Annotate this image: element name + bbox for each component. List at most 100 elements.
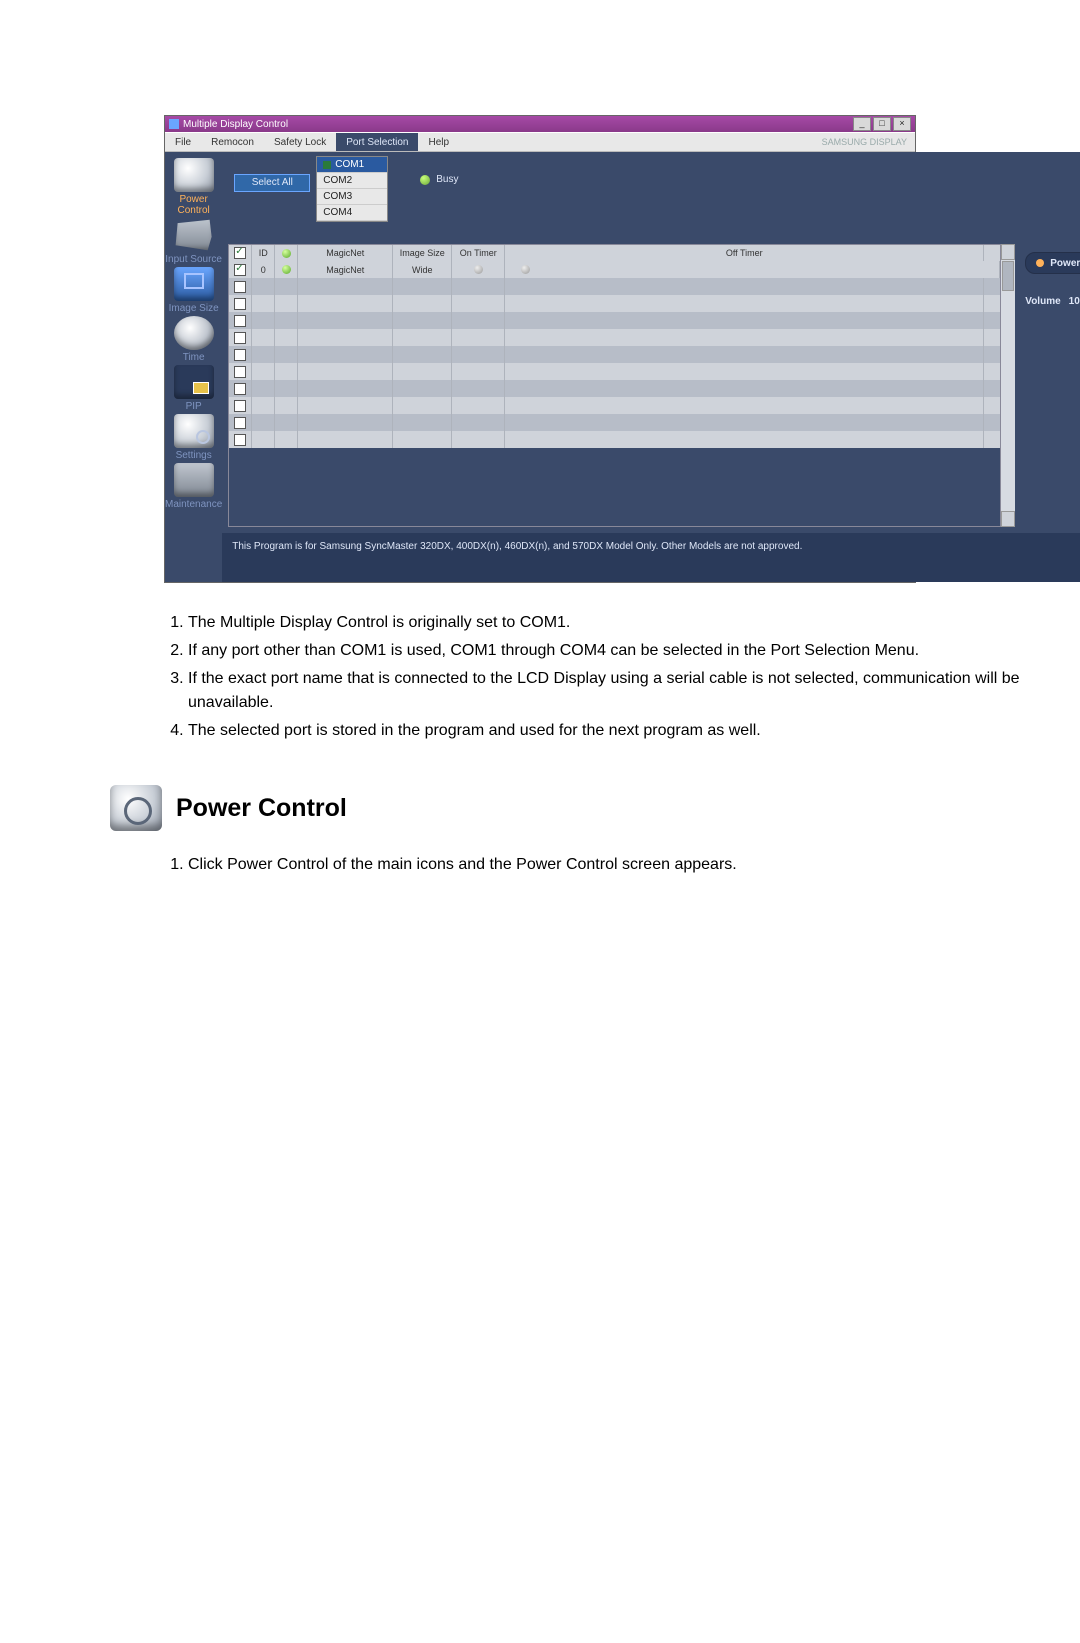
busy-indicator: Busy — [420, 174, 458, 185]
sidebar-item-time[interactable]: Time — [165, 316, 222, 363]
sidebar-item-image-size[interactable]: Image Size — [165, 267, 222, 314]
header-on-timer: On Timer — [452, 245, 505, 261]
footer-text: This Program is for Samsung SyncMaster 3… — [232, 541, 802, 552]
window-title: Multiple Display Control — [183, 119, 288, 130]
sidebar-label: Input Source — [165, 254, 222, 265]
status-dot-icon — [282, 265, 291, 274]
busy-dot-icon — [420, 175, 430, 185]
list-item: Click Power Control of the main icons an… — [188, 853, 1020, 877]
workspace: Power Control Input Source Image Size Ti… — [165, 152, 915, 582]
select-all-button[interactable]: Select All — [234, 174, 310, 192]
main-area: Select All COM1 COM2 COM3 COM4 Busy — [222, 152, 1080, 582]
menu-safety-lock[interactable]: Safety Lock — [264, 133, 336, 151]
image-size-icon — [174, 267, 214, 301]
table-row[interactable] — [229, 380, 1000, 397]
footer-bar: This Program is for Samsung SyncMaster 3… — [222, 533, 1080, 582]
table-row[interactable] — [229, 329, 1000, 346]
row-checkbox[interactable] — [234, 417, 246, 429]
table-area: ID MagicNet Image Size On Timer Off Time… — [228, 244, 1080, 527]
top-row: Select All COM1 COM2 COM3 COM4 Busy — [222, 152, 1080, 244]
timer-dot-icon — [521, 265, 530, 274]
sidebar-label: Power Control — [165, 194, 222, 216]
close-button[interactable]: × — [893, 117, 911, 131]
scroll-thumb[interactable] — [1002, 261, 1014, 291]
row-magicnet: MagicNet — [298, 261, 393, 278]
row-checkbox[interactable] — [234, 264, 246, 276]
header-magicnet: MagicNet — [298, 245, 393, 261]
brand-label: SAMSUNG DISPLAY — [822, 137, 915, 147]
sidebar-item-maintenance[interactable]: Maintenance — [165, 463, 222, 510]
grid-header: ID MagicNet Image Size On Timer Off Time… — [229, 245, 1000, 261]
row-checkbox[interactable] — [234, 400, 246, 412]
menu-remocon[interactable]: Remocon — [201, 133, 264, 151]
header-checkbox[interactable] — [229, 245, 252, 261]
volume-label: Volume — [1025, 296, 1060, 307]
menu-file[interactable]: File — [165, 133, 201, 151]
window-titlebar: Multiple Display Control _ □ × — [165, 116, 915, 132]
list-item: If any port other than COM1 is used, COM… — [188, 639, 1058, 663]
row-checkbox[interactable] — [234, 332, 246, 344]
display-grid: ID MagicNet Image Size On Timer Off Time… — [228, 244, 1001, 527]
sidebar-item-input-source[interactable]: Input Source — [165, 218, 222, 265]
dropdown-item-com1[interactable]: COM1 — [317, 157, 387, 173]
input-source-icon — [174, 218, 214, 252]
list-item: The selected port is stored in the progr… — [188, 719, 1058, 743]
app-icon — [169, 119, 179, 129]
menu-help[interactable]: Help — [418, 133, 459, 151]
sidebar-item-pip[interactable]: PIP — [165, 365, 222, 412]
row-id: 0 — [252, 261, 275, 278]
row-checkbox[interactable] — [234, 298, 246, 310]
vertical-scrollbar[interactable] — [1001, 244, 1015, 527]
list-item: If the exact port name that is connected… — [188, 667, 1058, 715]
power-icon — [174, 158, 214, 192]
table-row[interactable] — [229, 346, 1000, 363]
table-row[interactable] — [229, 278, 1000, 295]
table-row[interactable] — [229, 295, 1000, 312]
instruction-list-2: Click Power Control of the main icons an… — [148, 853, 1020, 877]
table-row[interactable] — [229, 363, 1000, 380]
menu-port-selection[interactable]: Port Selection — [336, 133, 418, 151]
scroll-down-icon[interactable] — [1001, 511, 1015, 527]
table-row[interactable] — [229, 414, 1000, 431]
grid-body: 0 MagicNet Wide — [229, 261, 1000, 526]
clock-icon — [174, 316, 214, 350]
table-row[interactable]: 0 MagicNet Wide — [229, 261, 1000, 278]
sidebar: Power Control Input Source Image Size Ti… — [165, 152, 222, 582]
table-row[interactable] — [229, 312, 1000, 329]
app-screenshot: Multiple Display Control _ □ × File Remo… — [164, 115, 916, 583]
row-image-size: Wide — [393, 261, 452, 278]
timer-dot-icon — [474, 265, 483, 274]
section-title: Power Control — [176, 794, 347, 823]
minimize-button[interactable]: _ — [853, 117, 871, 131]
busy-label: Busy — [436, 174, 458, 185]
volume-value: 10 — [1069, 296, 1080, 307]
header-image-size: Image Size — [393, 245, 452, 261]
scroll-up-icon[interactable] — [1001, 244, 1015, 260]
port-dropdown[interactable]: COM1 COM2 COM3 COM4 — [316, 156, 388, 222]
sidebar-label: PIP — [165, 401, 222, 412]
sidebar-label: Maintenance — [165, 499, 222, 510]
row-checkbox[interactable] — [234, 349, 246, 361]
section-header: Power Control — [110, 785, 1020, 831]
row-checkbox[interactable] — [234, 434, 246, 446]
gear-icon — [174, 414, 214, 448]
row-checkbox[interactable] — [234, 383, 246, 395]
dropdown-item-com2[interactable]: COM2 — [317, 173, 387, 189]
maximize-button[interactable]: □ — [873, 117, 891, 131]
header-id: ID — [252, 245, 275, 261]
sidebar-item-settings[interactable]: Settings — [165, 414, 222, 461]
row-checkbox[interactable] — [234, 366, 246, 378]
sidebar-label: Image Size — [165, 303, 222, 314]
row-checkbox[interactable] — [234, 315, 246, 327]
table-row[interactable] — [229, 397, 1000, 414]
table-row[interactable] — [229, 431, 1000, 448]
sidebar-item-power-control[interactable]: Power Control — [165, 158, 222, 216]
header-status — [275, 245, 298, 261]
pip-icon — [174, 365, 214, 399]
control-panel: Power On Power Off Volume 10 ◀ — [1015, 244, 1080, 527]
volume-control: Volume 10 — [1025, 296, 1080, 307]
power-on-button[interactable]: Power On — [1025, 252, 1080, 274]
dropdown-item-com4[interactable]: COM4 — [317, 205, 387, 221]
row-checkbox[interactable] — [234, 281, 246, 293]
dropdown-item-com3[interactable]: COM3 — [317, 189, 387, 205]
